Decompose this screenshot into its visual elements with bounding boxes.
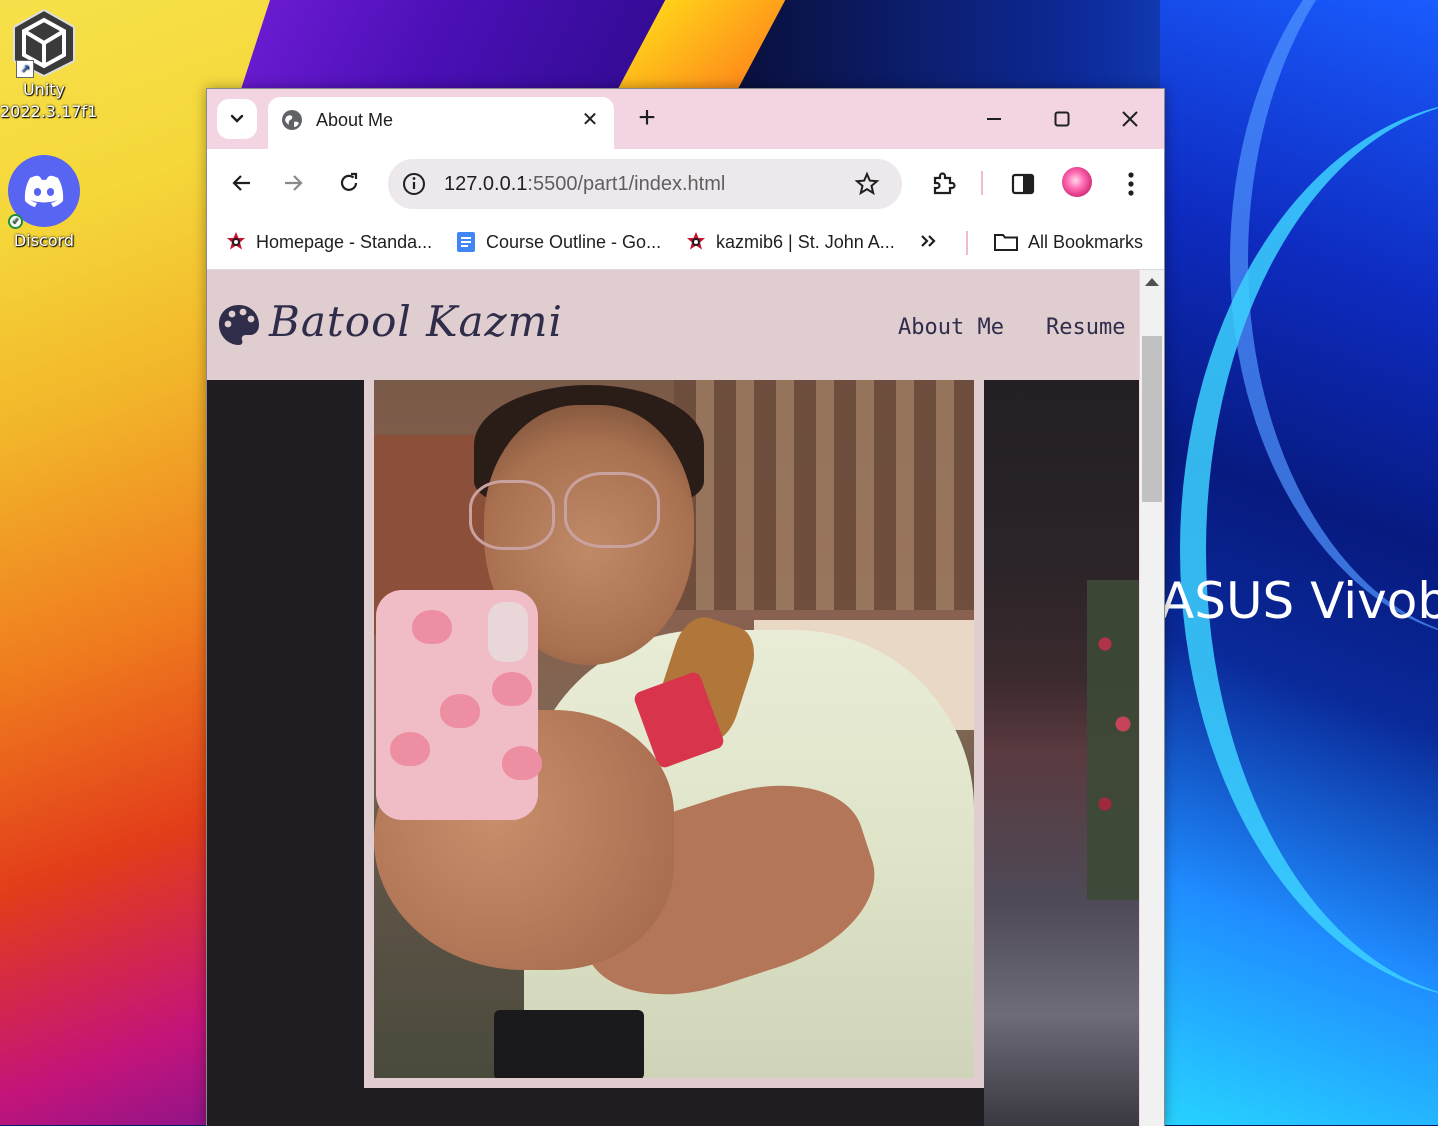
browser-toolbar: 127.0.0.1:5500/part1/index.html (207, 149, 1164, 217)
wallpaper-brand-text: ASUS Vivobo (1160, 572, 1438, 630)
tab-close-button[interactable]: ✕ (576, 106, 604, 134)
google-docs-icon (457, 232, 475, 252)
desktop-icon-label: Unity (22, 80, 66, 99)
site-navbar: Batool Kazmi About Me Resume (207, 270, 1139, 380)
side-panel-icon (1011, 173, 1035, 195)
maximize-button[interactable] (1039, 103, 1085, 135)
photo-heart-sticker (492, 672, 532, 706)
all-bookmarks-button[interactable]: All Bookmarks (993, 229, 1143, 255)
folder-icon (994, 234, 1018, 251)
browser-menu-button[interactable] (1113, 166, 1149, 202)
tab-search-button[interactable] (217, 99, 257, 139)
photo-curtain (674, 380, 974, 610)
minimize-button[interactable] (971, 103, 1017, 135)
photo-heart-sticker (502, 746, 542, 780)
bookmarks-bar: Homepage - Standa... Course Outline - Go… (207, 217, 1164, 270)
site-info-icon[interactable] (400, 170, 428, 198)
photo-phone (376, 590, 542, 820)
tab-strip: About Me ✕ + (207, 89, 1164, 149)
bookmark-homepage[interactable]: Homepage - Standa... (225, 229, 432, 255)
side-panel-button[interactable] (1005, 166, 1041, 202)
reload-button[interactable] (331, 165, 367, 201)
photo-glasses (564, 472, 660, 548)
tab-title: About Me (316, 110, 394, 130)
close-window-button[interactable] (1107, 103, 1153, 135)
background-flowers (1087, 580, 1139, 900)
new-tab-button[interactable]: + (631, 103, 663, 135)
bookmark-label: Homepage - Standa... (256, 231, 433, 252)
bookmarks-divider (966, 231, 968, 255)
bookmarks-overflow-button[interactable] (919, 228, 937, 256)
bookmark-label: Course Outline - Go... (486, 231, 662, 252)
all-bookmarks-label: All Bookmarks (1028, 231, 1144, 252)
back-button[interactable] (223, 165, 259, 201)
page-viewport: Batool Kazmi About Me Resume (207, 270, 1139, 1126)
kebab-menu-icon (1128, 172, 1134, 196)
shortcut-arrow-icon: ↗ (16, 60, 34, 78)
bookmark-kazmib6[interactable]: kazmib6 | St. John A... (685, 229, 895, 255)
discord-icon: ✓ (8, 155, 80, 229)
photo-bag (494, 1010, 644, 1078)
sync-status-icon: ✓ (8, 214, 23, 229)
url-text[interactable]: 127.0.0.1:5500/part1/index.html (444, 172, 725, 196)
chevron-down-icon (230, 114, 244, 123)
page-scrollbar[interactable] (1140, 270, 1164, 1126)
portrait-photo (374, 380, 974, 1078)
arrow-right-icon (285, 175, 303, 191)
close-icon (1122, 111, 1138, 127)
nav-link-resume[interactable]: Resume (1046, 314, 1125, 342)
bookmark-star-icon[interactable] (854, 171, 880, 197)
puzzle-piece-icon (933, 172, 956, 195)
unity-icon: ↗ (12, 8, 76, 78)
photo-heart-sticker (440, 694, 480, 728)
url-host: 127.0.0.1 (444, 173, 528, 195)
forward-button[interactable] (276, 165, 312, 201)
site-brand-name[interactable]: Batool Kazmi (269, 292, 563, 352)
scrollbar-thumb[interactable] (1142, 336, 1162, 502)
sjac-crest-icon (227, 232, 245, 250)
photo-phone-camera (488, 602, 528, 662)
toolbar-divider (981, 171, 983, 195)
portrait-frame (364, 380, 984, 1088)
tab-about-me[interactable]: About Me ✕ (268, 97, 614, 149)
extensions-button[interactable] (926, 166, 962, 202)
scroll-up-arrow-icon[interactable] (1145, 278, 1159, 286)
profile-avatar[interactable] (1062, 167, 1092, 197)
maximize-icon (1054, 111, 1070, 127)
url-path: :5500/part1/index.html (527, 173, 726, 195)
globe-icon (282, 110, 302, 130)
address-bar[interactable]: 127.0.0.1:5500/part1/index.html (388, 159, 902, 209)
bookmark-label: kazmib6 | St. John A... (716, 231, 895, 252)
bookmark-course-outline[interactable]: Course Outline - Go... (455, 229, 661, 255)
desktop-icon-label: 2022.3.17f1 (0, 102, 98, 121)
sjac-crest-icon (687, 232, 705, 250)
desktop-icon-label: Discord (13, 231, 75, 250)
minimize-icon (987, 118, 1001, 120)
reload-icon (340, 172, 358, 191)
double-chevron-right-icon (921, 235, 936, 247)
photo-heart-sticker (412, 610, 452, 644)
page-background (207, 380, 364, 1126)
arrow-left-icon (232, 175, 250, 191)
nav-link-about-me[interactable]: About Me (898, 314, 1004, 342)
palette-icon (219, 305, 259, 345)
desktop-shortcut-unity[interactable]: ↗ Unity 2022.3.17f1 (0, 0, 98, 124)
browser-window: About Me ✕ + 127.0.0.1:5500/part1/index.… (206, 88, 1165, 1126)
photo-heart-sticker (390, 732, 430, 766)
photo-glasses (469, 480, 555, 550)
desktop-shortcut-discord[interactable]: ✓ Discord (0, 155, 88, 253)
